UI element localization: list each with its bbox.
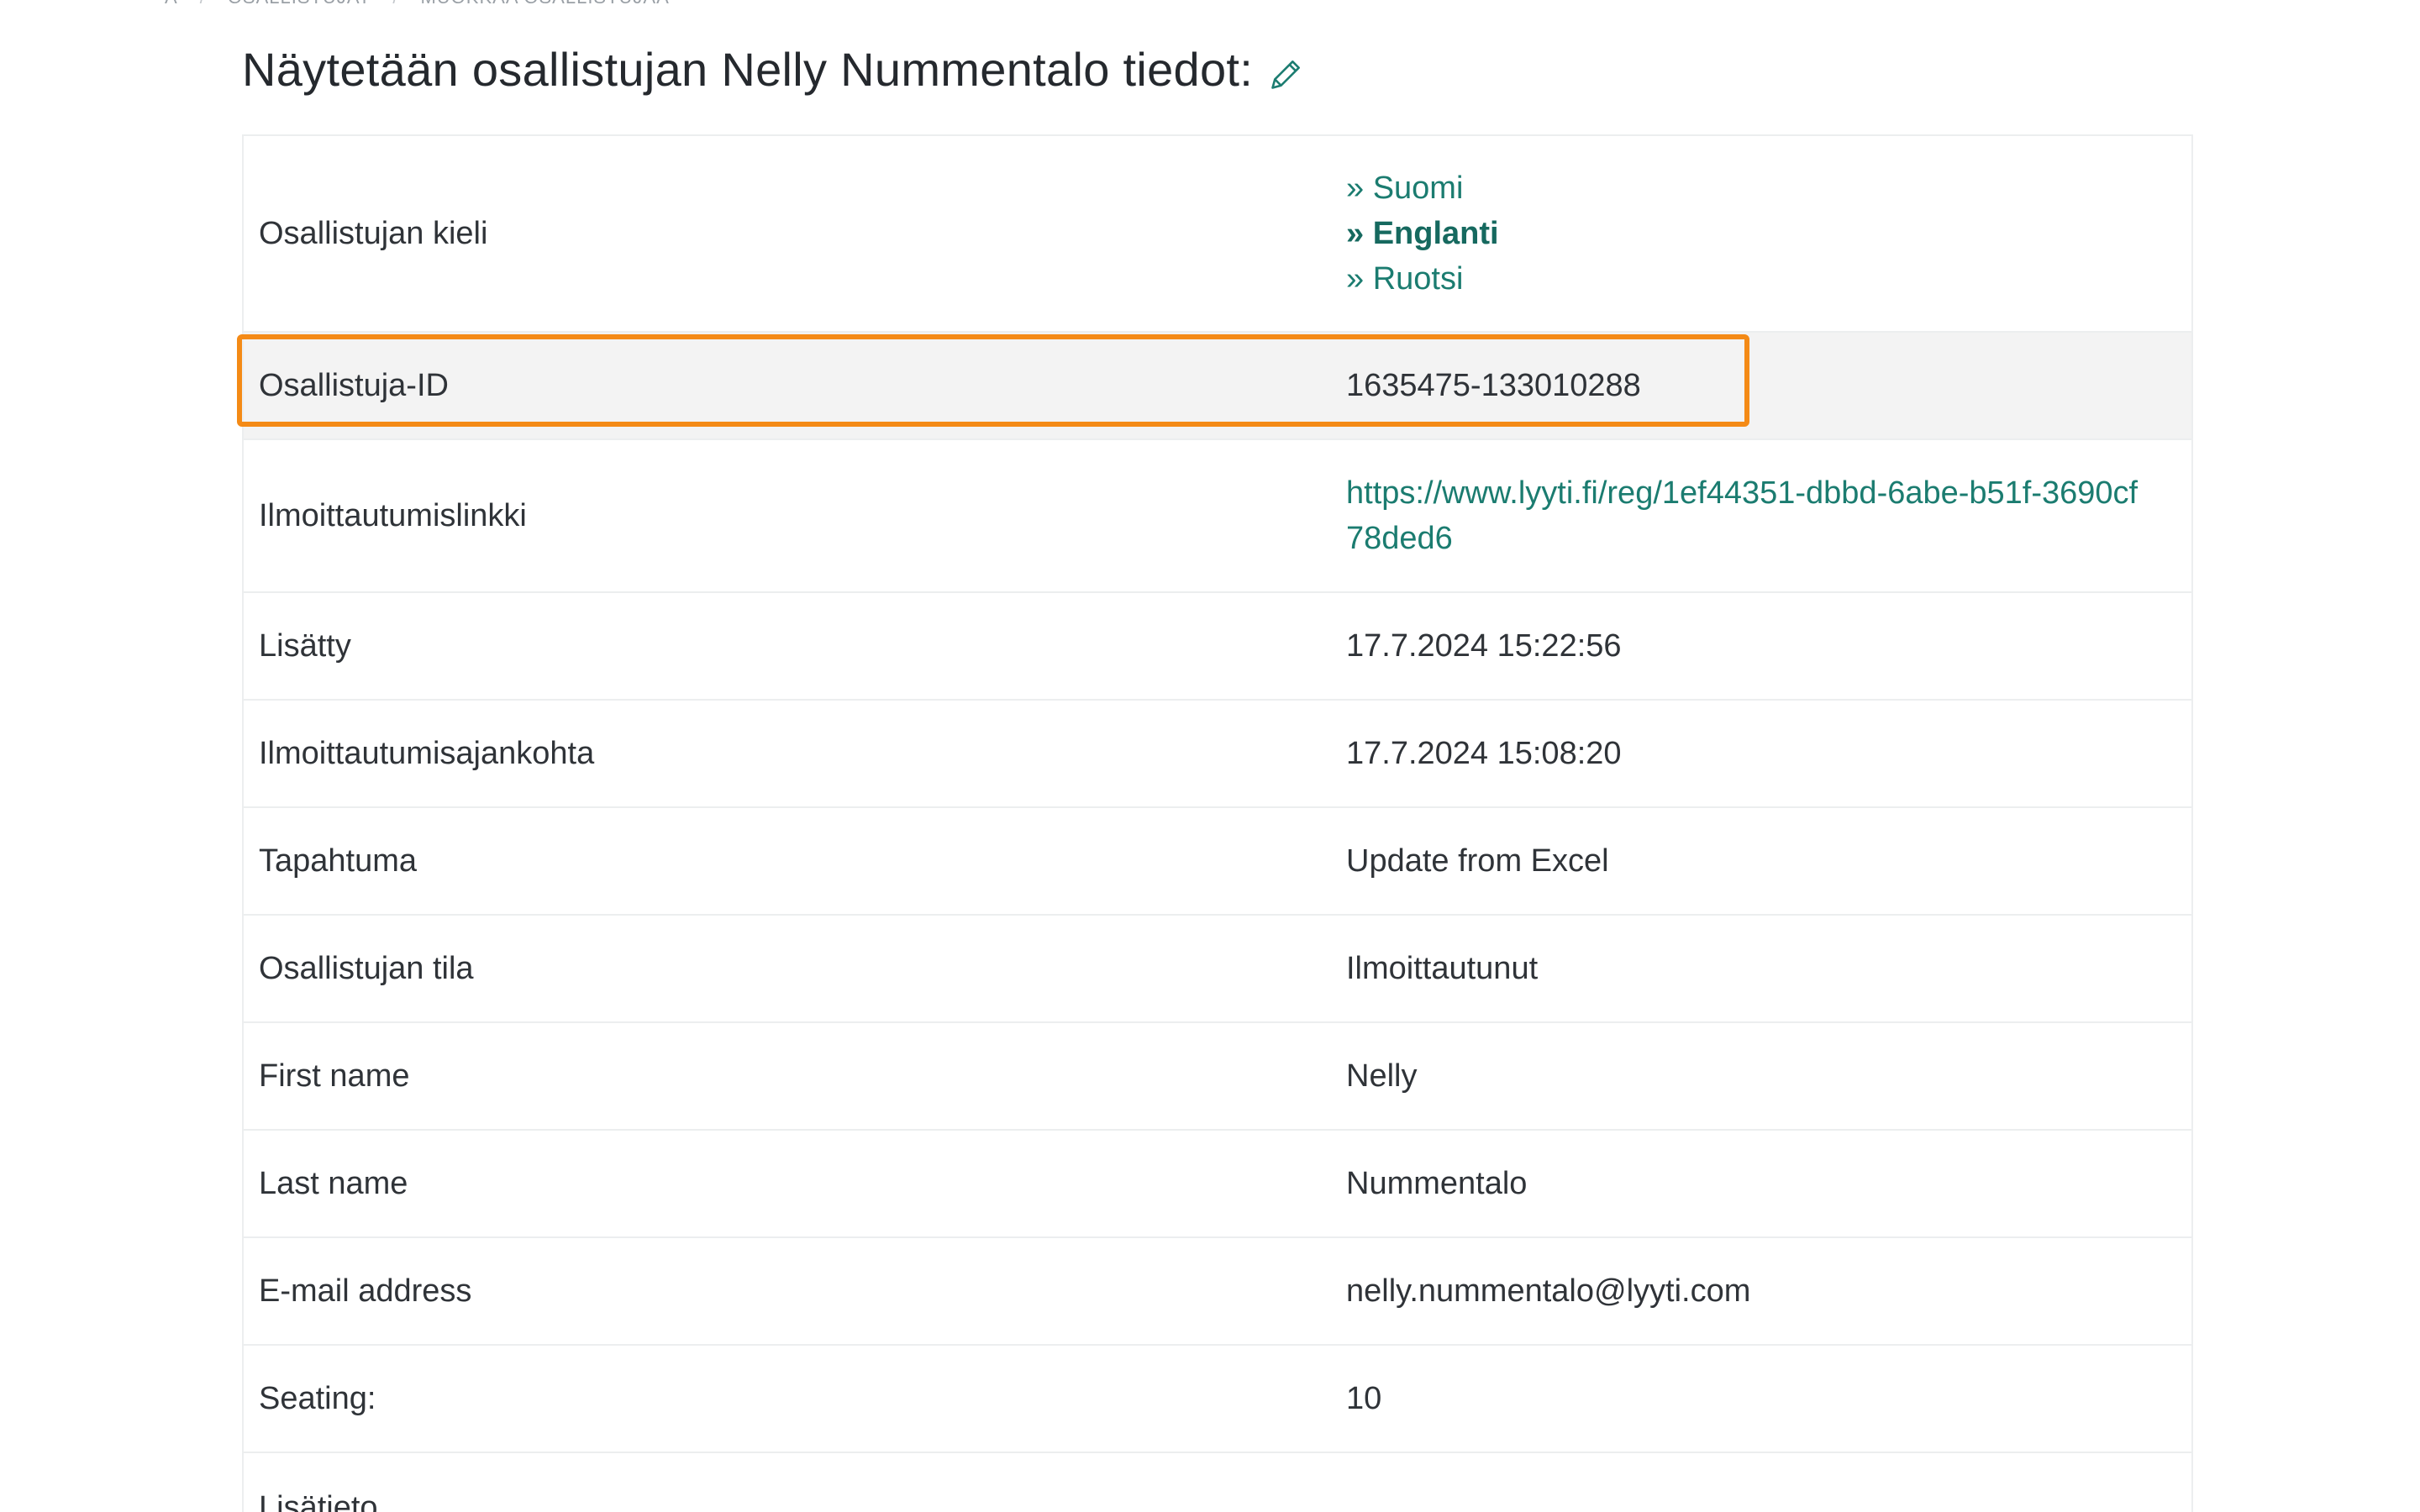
row-seating: Seating: 10	[244, 1346, 2191, 1453]
row-label: Ilmoittautumislinkki	[259, 497, 527, 533]
added-value: 17.7.2024 15:22:56	[1346, 628, 1622, 664]
status-value: Ilmoittautunut	[1346, 951, 1539, 986]
row-email: E-mail address nelly.nummentalo@lyyti.co…	[244, 1238, 2191, 1346]
email-value: nelly.nummentalo@lyyti.com	[1346, 1273, 1751, 1309]
row-label: Last name	[259, 1165, 408, 1201]
breadcrumb-item-participants[interactable]: OSALLISTUJAT	[228, 0, 371, 8]
pencil-icon[interactable]	[1268, 55, 1305, 92]
breadcrumb-item-home[interactable]: A	[165, 0, 178, 8]
registration-link[interactable]: https://www.lyyti.fi/reg/1ef44351-dbbd-6…	[1346, 475, 2138, 556]
breadcrumb: A / OSALLISTUJAT / MUOKKAA OSALLISTUJAA	[165, 0, 670, 8]
language-option-suomi[interactable]: » Suomi	[1346, 165, 2141, 211]
row-added: Lisätty 17.7.2024 15:22:56	[244, 593, 2191, 701]
row-extra-info: Lisätieto	[244, 1453, 2191, 1512]
row-status: Osallistujan tila Ilmoittautunut	[244, 916, 2191, 1023]
breadcrumb-separator: /	[200, 0, 206, 8]
breadcrumb-item-edit-participant[interactable]: MUOKKAA OSALLISTUJAA	[420, 0, 669, 8]
row-event: Tapahtuma Update from Excel	[244, 808, 2191, 916]
row-label: Tapahtuma	[259, 843, 418, 879]
page-title: Näytetään osallistujan Nelly Nummentalo …	[242, 43, 1254, 96]
registration-time-value: 17.7.2024 15:08:20	[1346, 736, 1622, 771]
title-bar: Näytetään osallistujan Nelly Nummentalo …	[242, 42, 1305, 97]
page: A / OSALLISTUJAT / MUOKKAA OSALLISTUJAA …	[0, 0, 2420, 1512]
row-participant-id: Osallistuja-ID 1635475-133010288	[244, 333, 2191, 440]
language-option-englanti[interactable]: » Englanti	[1346, 211, 2141, 256]
row-language: Osallistujan kieli » Suomi » Englanti » …	[244, 136, 2191, 333]
first-name-value: Nelly	[1346, 1058, 1418, 1094]
row-label: First name	[259, 1058, 410, 1094]
row-label: Osallistuja-ID	[259, 367, 449, 403]
seating-value: 10	[1346, 1381, 1382, 1416]
participant-id-value: 1635475-133010288	[1346, 368, 1641, 403]
row-label: Osallistujan kieli	[259, 215, 488, 251]
breadcrumb-separator: /	[392, 0, 398, 8]
row-label: Osallistujan tila	[259, 950, 474, 986]
row-last-name: Last name Nummentalo	[244, 1131, 2191, 1238]
participant-details-table: Osallistujan kieli » Suomi » Englanti » …	[242, 134, 2193, 1512]
row-label: Seating:	[259, 1380, 376, 1416]
row-registration-time: Ilmoittautumisajankohta 17.7.2024 15:08:…	[244, 701, 2191, 808]
registration-link-cell: https://www.lyyti.fi/reg/1ef44351-dbbd-6…	[1346, 470, 2191, 561]
language-options: » Suomi » Englanti » Ruotsi	[1346, 165, 2191, 302]
event-value: Update from Excel	[1346, 843, 1609, 879]
language-option-ruotsi[interactable]: » Ruotsi	[1346, 256, 2141, 302]
row-label: Lisätty	[259, 627, 351, 664]
row-registration-link: Ilmoittautumislinkki https://www.lyyti.f…	[244, 440, 2191, 593]
row-label: E-mail address	[259, 1273, 472, 1309]
row-label: Lisätieto	[259, 1490, 378, 1512]
row-label: Ilmoittautumisajankohta	[259, 735, 595, 771]
last-name-value: Nummentalo	[1346, 1166, 1528, 1201]
row-first-name: First name Nelly	[244, 1023, 2191, 1131]
